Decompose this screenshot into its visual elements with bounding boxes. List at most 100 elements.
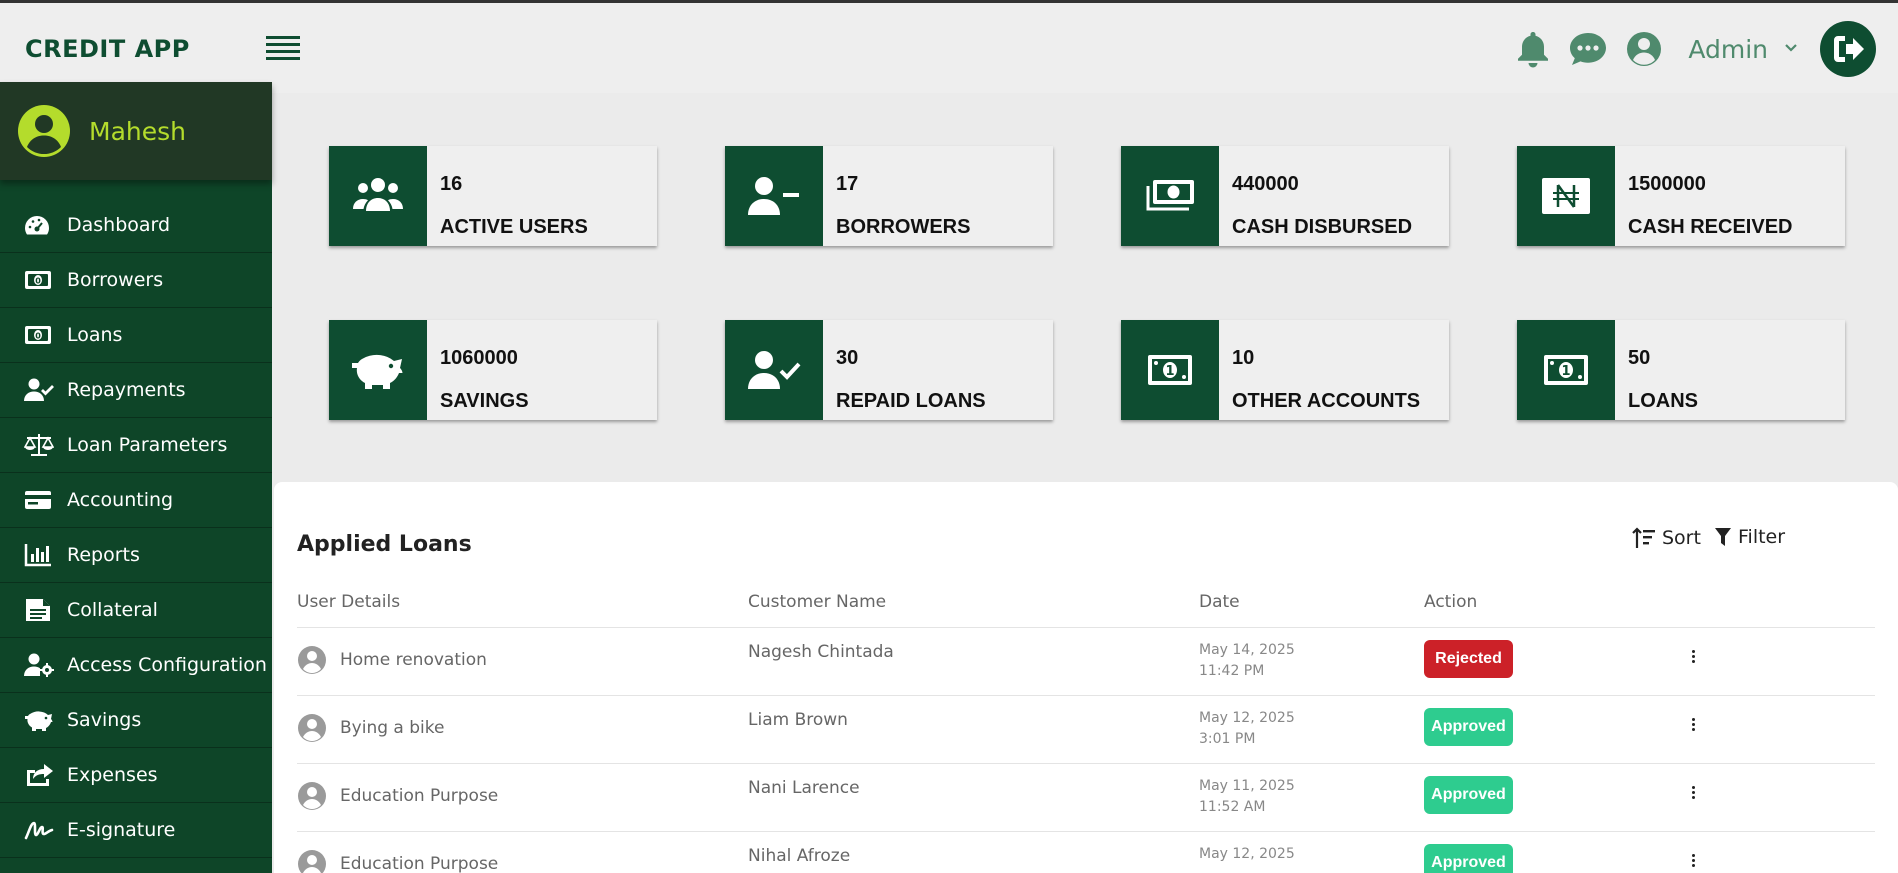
more-options-icon[interactable]: [1690, 786, 1696, 802]
user-check-icon: [24, 376, 56, 404]
more-options-icon[interactable]: [1690, 718, 1696, 734]
sidebar-item-label: Savings: [67, 709, 142, 731]
sidebar-item-label: Accounting: [67, 489, 174, 511]
sidebar-item-repayments[interactable]: Repayments: [0, 363, 272, 418]
stat-label: LOANS: [1628, 390, 1698, 412]
table-row[interactable]: Bying a bike Liam Brown May 12, 2025 3:0…: [297, 695, 1875, 763]
customer-name: Nagesh Chintada: [748, 642, 894, 662]
sidebar-item-label: E-signature: [67, 819, 176, 841]
stat-label: SAVINGS: [440, 390, 529, 412]
sidebar-item-label: Loans: [67, 324, 123, 346]
sidebar: Mahesh Dashboard 0 Borrowers 0 Loans Rep…: [0, 82, 272, 873]
customer-name: Liam Brown: [748, 710, 848, 730]
status-badge: Rejected: [1424, 640, 1513, 678]
money-bill-icon: 1: [1517, 320, 1615, 420]
avatar-icon: [298, 850, 326, 873]
sidebar-item-dashboard[interactable]: Dashboard: [0, 198, 272, 253]
top-actions: Admin: [1498, 19, 1876, 79]
stat-label: ACTIVE USERS: [440, 216, 588, 238]
user-gear-icon: [24, 651, 56, 679]
customer-name: Nihal Afroze: [748, 846, 851, 866]
panel-title: Applied Loans: [297, 532, 472, 557]
stat-label: CASH RECEIVED: [1628, 216, 1793, 238]
sort-icon: [1632, 527, 1655, 548]
sidebar-item-loan-parameters[interactable]: Loan Parameters: [0, 418, 272, 473]
filter-button[interactable]: Filter: [1714, 526, 1785, 548]
filter-icon: [1715, 528, 1731, 546]
signature-icon: [24, 816, 56, 844]
stat-value: 17: [836, 173, 859, 195]
stat-card-savings[interactable]: 1060000 SAVINGS: [329, 320, 657, 420]
sort-button[interactable]: Sort: [1632, 526, 1701, 550]
piggy-bank-icon: [329, 320, 427, 420]
money-bill-icon: 1: [1121, 320, 1219, 420]
more-options-icon[interactable]: [1690, 854, 1696, 870]
stat-card-active-users[interactable]: 16 ACTIVE USERS: [329, 146, 657, 246]
user-check-icon: [725, 320, 823, 420]
table-row[interactable]: Education Purpose Nani Larence May 11, 2…: [297, 763, 1875, 831]
sidebar-item-label: Borrowers: [67, 269, 164, 291]
table-row[interactable]: Home renovation Nagesh Chintada May 14, …: [297, 627, 1875, 695]
column-header-user-details[interactable]: User Details: [297, 592, 400, 612]
sidebar-profile[interactable]: Mahesh: [0, 82, 272, 180]
loan-time: 3:01 PM: [1199, 731, 1256, 747]
money-bill-icon: 0: [24, 321, 56, 349]
sidebar-item-borrowers[interactable]: 0 Borrowers: [0, 253, 272, 308]
stat-card-loans[interactable]: 1 50 LOANS: [1517, 320, 1845, 420]
sidebar-item-label: Reports: [67, 544, 140, 566]
sidebar-item-label: Loan Parameters: [67, 434, 228, 456]
column-header-action[interactable]: Action: [1424, 592, 1477, 612]
user-circle-icon[interactable]: [1626, 31, 1662, 67]
stat-value: 50: [1628, 347, 1651, 369]
logout-button[interactable]: [1820, 21, 1876, 77]
top-bar: CREDIT APP Admin: [0, 0, 1898, 93]
applied-loans-panel: Applied Loans Sort Filter User Details C…: [274, 482, 1898, 873]
loan-date: May 14, 2025: [1199, 642, 1295, 658]
share-icon: [24, 761, 56, 789]
brand-logo[interactable]: CREDIT APP: [25, 35, 190, 63]
scale-icon: [24, 431, 56, 459]
chat-icon[interactable]: [1568, 31, 1608, 67]
svg-text:1: 1: [1561, 364, 1570, 379]
chevron-down-icon[interactable]: [1784, 40, 1798, 58]
status-badge: Approved: [1424, 708, 1513, 746]
stat-value: 10: [1232, 347, 1255, 369]
column-header-customer-name[interactable]: Customer Name: [748, 592, 886, 612]
avatar-icon: [298, 646, 326, 674]
sidebar-item-access-configuration[interactable]: Access Configuration: [0, 638, 272, 693]
status-badge: Approved: [1424, 776, 1513, 814]
gauge-icon: [24, 211, 56, 239]
stat-card-cash-received[interactable]: 1500000 CASH RECEIVED: [1517, 146, 1845, 246]
sidebar-item-accounting[interactable]: Accounting: [0, 473, 272, 528]
stat-card-borrowers[interactable]: 17 BORROWERS: [725, 146, 1053, 246]
sidebar-item-savings[interactable]: Savings: [0, 693, 272, 748]
sidebar-menu: Dashboard 0 Borrowers 0 Loans Repayments…: [0, 198, 272, 858]
stat-card-cash-disbursed[interactable]: 440000 CASH DISBURSED: [1121, 146, 1449, 246]
sidebar-item-expenses[interactable]: Expenses: [0, 748, 272, 803]
sidebar-item-loans[interactable]: 0 Loans: [0, 308, 272, 363]
stat-label: OTHER ACCOUNTS: [1232, 390, 1421, 412]
avatar-icon: [298, 714, 326, 742]
customer-name: Nani Larence: [748, 778, 860, 798]
table-row[interactable]: Education Purpose Nihal Afroze May 12, 2…: [297, 831, 1875, 873]
avatar-icon: [298, 782, 326, 810]
bell-icon[interactable]: [1516, 30, 1550, 68]
admin-user-label[interactable]: Admin: [1688, 35, 1768, 64]
hamburger-menu-icon[interactable]: [266, 36, 300, 60]
users-icon: [329, 146, 427, 246]
svg-text:0: 0: [35, 332, 41, 341]
more-options-icon[interactable]: [1690, 650, 1696, 666]
sidebar-item-collateral[interactable]: Collateral: [0, 583, 272, 638]
money-bill-icon: 0: [24, 266, 56, 294]
stat-label: REPAID LOANS: [836, 390, 986, 412]
sidebar-item-e-signature[interactable]: E-signature: [0, 803, 272, 858]
column-header-date[interactable]: Date: [1199, 592, 1240, 612]
sidebar-item-reports[interactable]: Reports: [0, 528, 272, 583]
stat-card-repaid-loans[interactable]: 30 REPAID LOANS: [725, 320, 1053, 420]
loan-date: May 12, 2025: [1199, 846, 1295, 862]
money-stack-icon: [1121, 146, 1219, 246]
sidebar-item-label: Dashboard: [67, 214, 171, 236]
profile-name: Mahesh: [89, 116, 186, 146]
stat-card-other-accounts[interactable]: 1 10 OTHER ACCOUNTS: [1121, 320, 1449, 420]
loan-time: 11:52 AM: [1199, 799, 1266, 815]
